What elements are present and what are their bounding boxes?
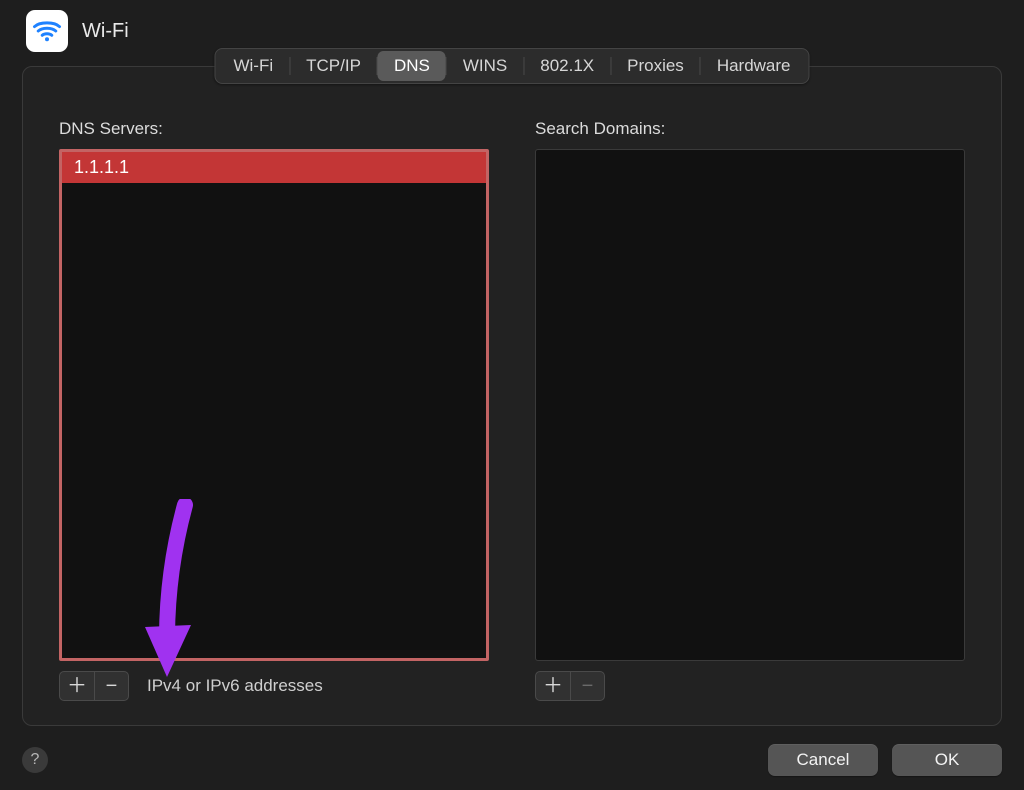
dns-add-button[interactable]: ＋	[60, 672, 94, 700]
tab-bar: Wi-Fi TCP/IP DNS WINS 802.1X Proxies Har…	[214, 48, 809, 84]
dns-server-row[interactable]: 1.1.1.1	[62, 152, 486, 183]
tab-wins[interactable]: WINS	[447, 51, 523, 81]
tab-8021x[interactable]: 802.1X	[524, 51, 610, 81]
dns-servers-label: DNS Servers:	[59, 119, 489, 139]
dns-list-controls: ＋ − IPv4 or IPv6 addresses	[59, 671, 489, 701]
help-button[interactable]: ?	[22, 747, 48, 773]
cancel-button[interactable]: Cancel	[768, 744, 878, 776]
tab-proxies[interactable]: Proxies	[611, 51, 700, 81]
tab-tcpip[interactable]: TCP/IP	[290, 51, 377, 81]
tab-dns[interactable]: DNS	[378, 51, 446, 81]
footer: ? Cancel OK	[22, 744, 1002, 776]
tab-hardware[interactable]: Hardware	[701, 51, 807, 81]
dns-hint: IPv4 or IPv6 addresses	[147, 676, 323, 696]
search-domains-remove-button[interactable]: −	[570, 672, 604, 700]
search-domains-label: Search Domains:	[535, 119, 965, 139]
dns-column: DNS Servers: 1.1.1.1 ＋ − IPv4 or IPv6 ad…	[59, 119, 489, 701]
search-domains-column: Search Domains: ＋ −	[535, 119, 965, 701]
wifi-app-icon	[26, 10, 68, 52]
dns-remove-button[interactable]: −	[94, 672, 128, 700]
dns-servers-list[interactable]: 1.1.1.1	[59, 149, 489, 661]
settings-panel: Wi-Fi TCP/IP DNS WINS 802.1X Proxies Har…	[22, 66, 1002, 726]
wifi-icon	[32, 16, 62, 46]
window-title: Wi-Fi	[82, 20, 129, 43]
dns-add-remove-group: ＋ −	[59, 671, 129, 701]
tab-content: DNS Servers: 1.1.1.1 ＋ − IPv4 or IPv6 ad…	[23, 67, 1001, 725]
search-domains-list[interactable]	[535, 149, 965, 661]
search-domains-controls: ＋ −	[535, 671, 965, 701]
search-domains-add-remove-group: ＋ −	[535, 671, 605, 701]
search-domains-add-button[interactable]: ＋	[536, 672, 570, 700]
ok-button[interactable]: OK	[892, 744, 1002, 776]
tab-wifi[interactable]: Wi-Fi	[217, 51, 289, 81]
